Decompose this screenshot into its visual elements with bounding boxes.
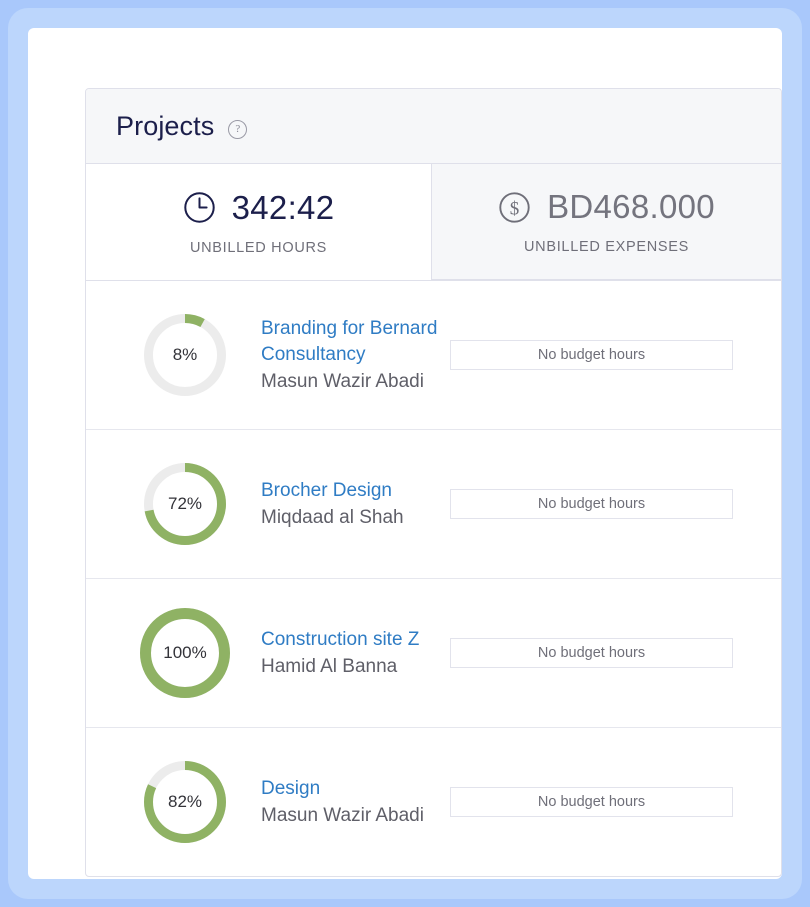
app-backdrop: Projects ? 342:42 UNBILLED HOURS $ BD468… (0, 0, 810, 907)
project-name-link[interactable]: Design (261, 776, 450, 802)
project-info: Design Masun Wazir Abadi (261, 776, 450, 829)
clock-icon (183, 191, 216, 224)
project-client-name: Hamid Al Banna (261, 655, 398, 677)
progress-percent-label: 72% (167, 494, 203, 513)
stat-tabs: 342:42 UNBILLED HOURS $ BD468.000 UNBILL… (86, 164, 781, 280)
card-header: Projects ? (86, 89, 781, 164)
project-name-link[interactable]: Branding for Bernard Consultancy (261, 316, 450, 368)
project-row: 8% Branding for Bernard Consultancy Masun … (86, 280, 781, 429)
project-row: 82% Design Masun Wazir Abadi No budget hour… (86, 727, 781, 876)
projects-card: Projects ? 342:42 UNBILLED HOURS $ BD468… (85, 88, 782, 877)
budget-hours-button[interactable]: No budget hours (450, 787, 733, 817)
budget-hours-button[interactable]: No budget hours (450, 489, 733, 519)
unbilled-expenses-label: UNBILLED EXPENSES (523, 239, 689, 255)
project-client-name: Masun Wazir Abadi (261, 804, 424, 826)
project-client-name: Miqdaad al Shah (261, 506, 404, 528)
svg-text:$: $ (510, 198, 520, 219)
project-row: 72% Brocher Design Miqdaad al Shah No budge… (86, 429, 781, 578)
page-title: Projects (116, 110, 215, 141)
project-client-name: Masun Wazir Abadi (261, 370, 424, 392)
tab-unbilled-hours[interactable]: 342:42 UNBILLED HOURS (86, 164, 432, 280)
project-list: 8% Branding for Bernard Consultancy Masun … (86, 280, 781, 876)
stat-unbilled-hours: 342:42 (183, 189, 335, 227)
progress-donut: 8% (135, 305, 235, 405)
progress-donut: 100% (135, 603, 235, 703)
page-surface: Projects ? 342:42 UNBILLED HOURS $ BD468… (28, 28, 782, 879)
tab-unbilled-expenses[interactable]: $ BD468.000 UNBILLED EXPENSES (432, 164, 781, 280)
stat-unbilled-expenses: $ BD468.000 (498, 188, 715, 226)
budget-hours-button[interactable]: No budget hours (450, 340, 733, 370)
progress-percent-label: 100% (163, 643, 207, 662)
question-circle-icon[interactable]: ? (228, 119, 248, 139)
progress-donut: 72% (135, 454, 235, 554)
project-info: Construction site Z Hamid Al Banna (261, 627, 450, 680)
progress-donut: 82% (135, 752, 235, 852)
unbilled-hours-label: UNBILLED HOURS (189, 239, 328, 256)
unbilled-expenses-value: BD468.000 (547, 188, 715, 225)
project-name-link[interactable]: Construction site Z (261, 627, 450, 653)
progress-percent-label: 8% (172, 345, 198, 364)
project-row: 100% Construction site Z Hamid Al Banna No … (86, 578, 781, 727)
budget-hours-button[interactable]: No budget hours (450, 638, 733, 668)
project-info: Branding for Bernard Consultancy Masun Wa… (261, 316, 450, 395)
unbilled-hours-value: 342:42 (231, 188, 335, 226)
progress-percent-label: 82% (167, 792, 203, 811)
project-info: Brocher Design Miqdaad al Shah (261, 478, 450, 531)
dollar-circle-icon: $ (498, 191, 531, 224)
project-name-link[interactable]: Brocher Design (261, 478, 450, 504)
